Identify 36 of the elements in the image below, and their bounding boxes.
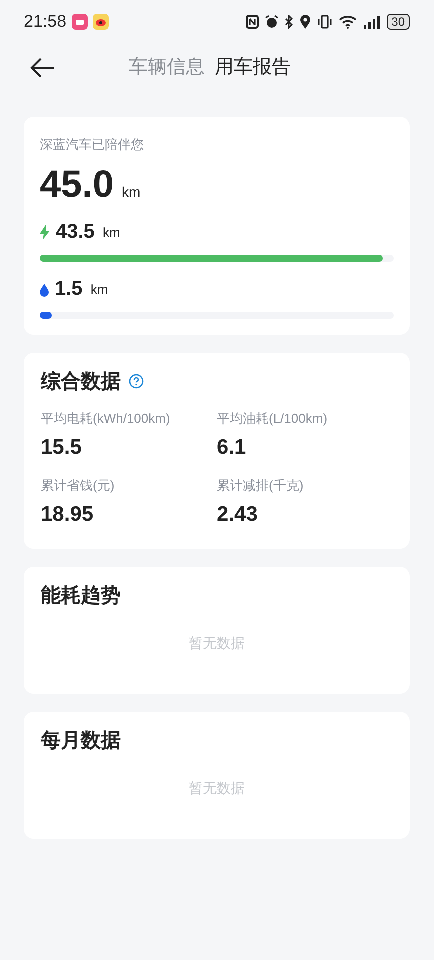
alarm-icon bbox=[264, 15, 279, 29]
metric-label: 平均电耗(kWh/100km) bbox=[41, 410, 172, 428]
nfc-icon bbox=[246, 15, 259, 29]
metric-label: 累计省钱(元) bbox=[41, 476, 116, 495]
bluetooth-icon bbox=[284, 15, 294, 29]
section-title: 综合数据 bbox=[41, 370, 121, 394]
lightning-icon bbox=[40, 224, 50, 240]
metric-label: 累计减排(千克) bbox=[217, 476, 305, 495]
vibrate-icon bbox=[316, 15, 333, 29]
unit-label: km bbox=[102, 224, 120, 242]
total-distance: 45.0 bbox=[40, 162, 114, 206]
empty-message: 暂无数据 bbox=[189, 634, 245, 652]
tab[interactable]: 用车报告 bbox=[215, 54, 291, 82]
metric-value: 18.95 bbox=[41, 502, 95, 528]
signal-icon bbox=[362, 15, 381, 29]
metric-label: 平均油耗(L/100km) bbox=[217, 410, 329, 428]
location-icon bbox=[300, 15, 311, 29]
battery-icon: 30 bbox=[386, 14, 410, 30]
app-icon bbox=[72, 14, 88, 30]
metric-value: 2.43 bbox=[217, 502, 259, 528]
wifi-icon bbox=[338, 15, 357, 29]
help-icon[interactable] bbox=[129, 374, 144, 389]
caption: 深蓝汽车已陪伴您 bbox=[40, 136, 145, 154]
distance-value: 1.5 bbox=[55, 276, 83, 302]
metric-value: 6.1 bbox=[217, 435, 248, 461]
app-icon bbox=[92, 14, 109, 30]
distance-value: 43.5 bbox=[56, 220, 95, 244]
unit-label: km bbox=[122, 182, 141, 202]
section-title: 能耗趋势 bbox=[41, 584, 122, 608]
metric-value: 15.5 bbox=[41, 435, 83, 461]
section-title: 每月数据 bbox=[41, 728, 122, 754]
status-time: 21:58 bbox=[24, 11, 67, 34]
droplet-icon bbox=[40, 284, 49, 296]
unit-label: km bbox=[90, 281, 108, 299]
empty-message: 暂无数据 bbox=[189, 778, 245, 798]
back-icon[interactable] bbox=[30, 58, 55, 78]
